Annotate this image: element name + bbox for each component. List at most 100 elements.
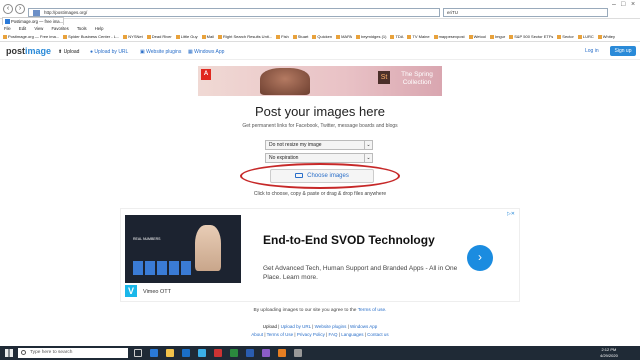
footer-contact[interactable]: Contact us bbox=[367, 332, 389, 337]
expiration-select-value: No expiration bbox=[269, 155, 299, 161]
bookmark-favicon-icon bbox=[3, 34, 7, 39]
choose-images-label: Choose images bbox=[307, 173, 349, 179]
address-bar[interactable]: http://postimages.org/ bbox=[28, 8, 440, 17]
nav-upload-by-url[interactable]: ● Upload by URL bbox=[90, 49, 128, 55]
adchoices-icon[interactable]: ▷✕ bbox=[507, 211, 515, 217]
bookmark-favicon-icon bbox=[468, 34, 473, 39]
bookmark-item[interactable]: Right Search Results Unit... bbox=[218, 34, 272, 39]
minimize-icon[interactable]: – bbox=[612, 1, 616, 8]
bookmark-item[interactable]: S&P 500 Sector ETFs bbox=[509, 34, 553, 39]
footer-upload-url[interactable]: Upload by URL bbox=[281, 324, 311, 329]
bookmark-favicon-icon bbox=[218, 34, 222, 39]
postimage-logo[interactable]: postimage bbox=[6, 46, 51, 56]
terms-link[interactable]: Terms of use. bbox=[358, 308, 387, 313]
bookmark-item[interactable]: MAPA bbox=[336, 34, 352, 39]
bookmark-item[interactable]: TDA bbox=[390, 34, 403, 39]
footer-terms[interactable]: Terms of Use bbox=[267, 332, 294, 337]
taskbar-search-input[interactable]: Type here to search bbox=[18, 348, 128, 358]
bookmark-label: Quicken bbox=[317, 34, 333, 39]
nav-upload-url-label: Upload by URL bbox=[94, 49, 129, 55]
file-explorer-icon[interactable] bbox=[166, 349, 174, 357]
footer-links-primary: Upload | Upload by URL | Website plugins… bbox=[262, 324, 378, 329]
browser-search-input[interactable]: eriTU bbox=[443, 8, 608, 17]
bookmark-item[interactable]: Stuart bbox=[292, 34, 308, 39]
task-view-icon[interactable] bbox=[134, 349, 142, 357]
maximize-icon[interactable]: □ bbox=[621, 1, 625, 8]
bookmark-label: Wetool bbox=[473, 34, 486, 39]
back-icon[interactable]: ‹ bbox=[3, 4, 13, 14]
taskbar-clock[interactable]: 2:12 PM 4/29/2020 bbox=[600, 347, 618, 359]
site-header: postimage ⬆ Upload ● Upload by URL ▣ Web… bbox=[0, 43, 640, 60]
app-icon[interactable] bbox=[294, 349, 302, 357]
bookmark-label: TDA bbox=[395, 34, 404, 39]
bookmark-item[interactable]: Postimage.org — Free ima... bbox=[3, 34, 59, 39]
mail-icon[interactable] bbox=[182, 349, 190, 357]
bookmark-item[interactable]: Imgur bbox=[489, 34, 505, 39]
bookmark-favicon-icon bbox=[509, 34, 514, 39]
app-icon[interactable] bbox=[278, 349, 286, 357]
bookmark-favicon-icon bbox=[123, 34, 128, 39]
signup-button[interactable]: Sign up bbox=[610, 46, 636, 56]
app-icon[interactable] bbox=[262, 349, 270, 357]
bookmark-item[interactable]: Quicken bbox=[312, 34, 332, 39]
bookmark-item[interactable]: Sector bbox=[557, 34, 574, 39]
ie-icon[interactable] bbox=[198, 349, 206, 357]
nav-windows-app[interactable]: ▦ Windows App bbox=[188, 49, 224, 55]
footer-links-secondary: About | Terms of Use | Privacy Policy | … bbox=[251, 332, 389, 337]
choose-images-button[interactable]: Choose images bbox=[270, 169, 374, 183]
expiration-select[interactable]: No expiration ⌄ bbox=[265, 153, 373, 163]
footer-about[interactable]: About bbox=[251, 332, 263, 337]
bookmark-item[interactable]: NYSNet bbox=[123, 34, 143, 39]
windows-start-icon[interactable] bbox=[5, 349, 13, 357]
bookmark-favicon-icon bbox=[312, 34, 317, 39]
bookmark-item[interactable]: Little Guy bbox=[175, 34, 198, 39]
bookmark-item[interactable]: LURC bbox=[577, 34, 594, 39]
footer-windows-app[interactable]: Windows App bbox=[350, 324, 377, 329]
nav-website-plugins[interactable]: ▣ Website plugins bbox=[140, 49, 181, 55]
bookmark-label: Sector bbox=[562, 34, 574, 39]
bookmark-item[interactable]: mappesexpost bbox=[433, 34, 465, 39]
forward-icon[interactable]: › bbox=[15, 4, 25, 14]
bookmark-item[interactable]: Whitey bbox=[597, 34, 615, 39]
menu-view[interactable]: View bbox=[34, 26, 43, 31]
menu-edit[interactable]: Edit bbox=[19, 26, 26, 31]
browser-tab[interactable]: Postimage.org — free ima... bbox=[2, 17, 64, 25]
bookmark-label: S&P 500 Sector ETFs bbox=[514, 34, 554, 39]
app-icon[interactable] bbox=[214, 349, 222, 357]
login-link[interactable]: Log in bbox=[585, 48, 599, 54]
logo-text-a: post bbox=[6, 46, 25, 56]
bookmark-favicon-icon bbox=[577, 34, 582, 39]
menu-favorites[interactable]: Favorites bbox=[52, 26, 69, 31]
bookmark-item[interactable]: Dead River bbox=[146, 34, 172, 39]
bookmark-item[interactable]: Mail bbox=[201, 34, 214, 39]
banner-promo-text: The Spring Collection bbox=[401, 71, 433, 86]
menu-help[interactable]: Help bbox=[95, 26, 104, 31]
bookmark-item[interactable]: TV Maine bbox=[407, 34, 430, 39]
footer-languages[interactable]: Languages bbox=[341, 332, 363, 337]
excel-icon[interactable] bbox=[230, 349, 238, 357]
menu-tools[interactable]: Tools bbox=[77, 26, 87, 31]
bookmark-favicon-icon bbox=[63, 34, 68, 39]
bookmark-item[interactable]: beymidges (1) bbox=[356, 34, 386, 39]
menu-bar: File Edit View Favorites Tools Help bbox=[0, 26, 640, 33]
menu-file[interactable]: File bbox=[4, 26, 11, 31]
bookmark-item[interactable]: Fish bbox=[276, 34, 289, 39]
top-banner-ad[interactable]: A St The Spring Collection bbox=[198, 66, 442, 96]
footer-faq[interactable]: FAQ bbox=[329, 332, 338, 337]
footer-plugins[interactable]: Website plugins bbox=[315, 324, 347, 329]
footer-privacy[interactable]: Privacy Policy bbox=[297, 332, 325, 337]
terms-prefix: By uploading images to our site you agre… bbox=[253, 308, 357, 313]
bookmark-item[interactable]: Spider Business Center - L... bbox=[63, 34, 119, 39]
display-ad[interactable]: ▷✕ REAL NUMBERS V Vimeo OTT End-to-End S… bbox=[120, 208, 520, 302]
nav-plugins-label: Website plugins bbox=[146, 49, 182, 55]
close-icon[interactable]: × bbox=[631, 1, 635, 8]
edge-icon[interactable] bbox=[150, 349, 158, 357]
bookmark-item[interactable]: Wetool bbox=[468, 34, 486, 39]
chevron-right-icon[interactable]: › bbox=[467, 245, 493, 271]
footer-upload[interactable]: Upload bbox=[263, 324, 277, 329]
bookmark-favicon-icon bbox=[292, 34, 297, 39]
chevron-down-icon: ⌄ bbox=[364, 154, 372, 162]
word-icon[interactable] bbox=[246, 349, 254, 357]
resize-select[interactable]: Do not resize my image ⌄ bbox=[265, 140, 373, 150]
nav-upload[interactable]: ⬆ Upload bbox=[58, 49, 79, 55]
